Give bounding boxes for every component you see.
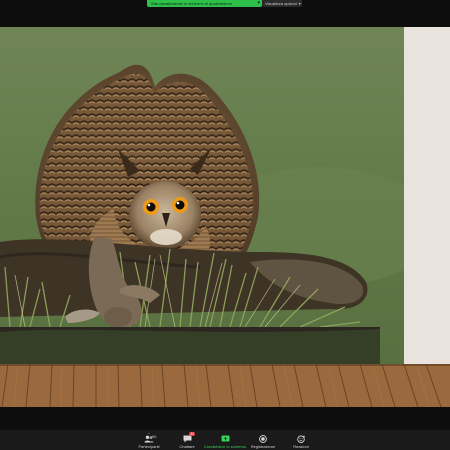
- shared-screen-content: [0, 27, 450, 407]
- meeting-toolbar: 90 ^ Partecipanti 33 Chattare Condivider…: [0, 430, 450, 450]
- meeting-window: Stai visualizzando lo schermo di qualche…: [0, 0, 450, 450]
- chat-unread-badge: 33: [189, 432, 195, 436]
- chevron-down-icon: ▾: [298, 1, 301, 6]
- record-label: Registrazione: [250, 444, 276, 449]
- wood-floor-background: [0, 364, 450, 407]
- chat-label: Chattare: [179, 444, 195, 449]
- owl-photo: [0, 27, 404, 364]
- reactions-label: Reazioni: [293, 444, 309, 449]
- share-banner-label: Stai visualizzando lo schermo di qualche…: [151, 1, 232, 6]
- record-icon: [257, 434, 269, 443]
- shared-slide-margin: [404, 27, 450, 364]
- participants-label: Partecipanti: [138, 444, 160, 449]
- share-screen-label: Condividere lo schermo: [203, 444, 247, 449]
- view-options-button[interactable]: Visualizza opzioni ▾: [262, 0, 302, 7]
- view-options-label: Visualizza opzioni: [265, 1, 297, 6]
- screen-share-banner[interactable]: Stai visualizzando lo schermo di qualche…: [147, 0, 262, 7]
- participants-button[interactable]: 90 ^ Partecipanti: [130, 430, 168, 450]
- participants-count: 90: [152, 434, 157, 439]
- chat-button[interactable]: 33 Chattare: [168, 430, 206, 450]
- share-screen-button[interactable]: Condividere lo schermo: [203, 430, 247, 450]
- reactions-button[interactable]: Reazioni: [282, 430, 320, 450]
- reactions-icon: [295, 434, 307, 443]
- share-screen-icon: [219, 434, 231, 443]
- chat-icon: 33: [181, 432, 195, 443]
- record-button[interactable]: Registrazione: [244, 430, 282, 450]
- chevron-down-icon: ▾: [257, 0, 260, 6]
- chevron-up-icon[interactable]: ^: [148, 431, 150, 436]
